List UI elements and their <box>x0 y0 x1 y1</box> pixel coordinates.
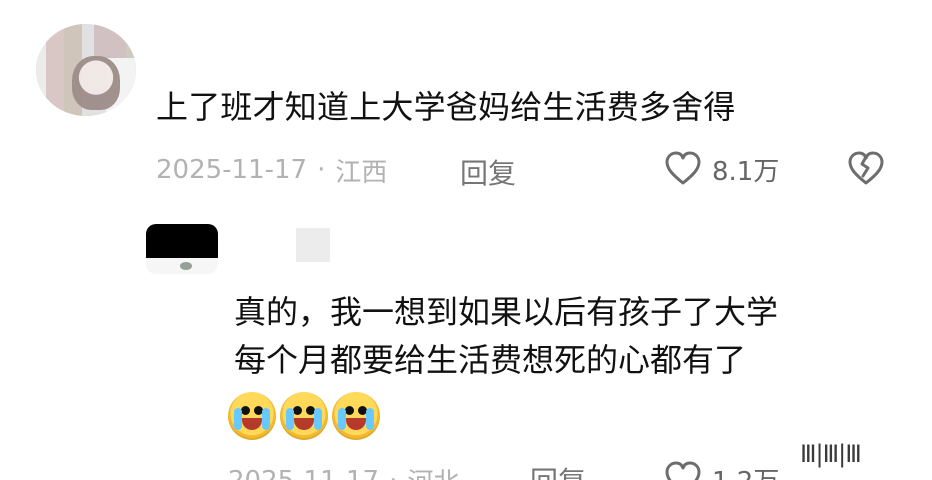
reply-like-button[interactable]: 1.2万 <box>662 458 779 480</box>
reply-avatar-mosaic <box>296 228 330 262</box>
like-button[interactable]: 8.1万 <box>662 148 779 190</box>
crying-face-emoji <box>280 392 328 440</box>
comment-meta: 2025-11-17 · 江西 <box>156 150 387 190</box>
reply-avatar[interactable] <box>146 224 218 274</box>
like-count: 8.1万 <box>712 156 780 187</box>
emoji-eye-left <box>345 406 354 415</box>
reply-location: 河北 <box>407 462 459 480</box>
avatar-mosaic-block-2 <box>126 24 136 58</box>
crying-face-emoji <box>332 392 380 440</box>
heart-icon <box>662 458 704 480</box>
reply-button[interactable]: 回复 <box>460 152 516 192</box>
reply-reply-button[interactable]: 回复 <box>530 460 586 480</box>
meta-separator: · <box>317 155 326 185</box>
comment-date: 2025-11-17 <box>156 155 308 185</box>
crying-face-emoji <box>228 392 276 440</box>
reply-like-count: 1.2万 <box>712 461 779 480</box>
emoji-tear-left <box>286 408 294 430</box>
emoji-tear-right <box>262 408 270 430</box>
heart-icon <box>662 148 704 190</box>
watermark-text: Ⅲ|Ⅲ|Ⅲ <box>800 440 862 468</box>
emoji-tear-right <box>366 408 374 430</box>
emoji-tear-right <box>314 408 322 430</box>
reply-meta-separator: · <box>389 466 397 480</box>
avatar-mosaic-block-1 <box>94 24 128 58</box>
emoji-eye-left <box>241 406 250 415</box>
emoji-eye-left <box>293 406 302 415</box>
emoji-tear-left <box>338 408 346 430</box>
reply-meta: 2025-11-17 · 河北 <box>228 462 459 480</box>
reply-text-line-2: 每个月都要给生活费想死的心都有了 <box>234 341 747 379</box>
avatar-face <box>72 56 120 110</box>
reply-text-line-1: 真的，我一想到如果以后有孩子了大学 <box>234 293 779 331</box>
avatar[interactable] <box>36 24 136 116</box>
emoji-mouth <box>294 418 314 430</box>
comment-text: 上了班才知道上大学爸妈给生活费多舍得 <box>156 88 736 126</box>
comment-screen: 上了班才知道上大学爸妈给生活费多舍得 2025-11-17 · 江西 回复 8.… <box>0 0 932 480</box>
dislike-button[interactable] <box>845 148 887 190</box>
reply-date: 2025-11-17 <box>228 466 379 480</box>
emoji-tear-left <box>234 408 242 430</box>
emoji-row <box>228 392 380 440</box>
reply-avatar-detail <box>180 262 192 270</box>
broken-heart-icon <box>845 148 887 190</box>
emoji-mouth <box>242 418 262 430</box>
comment-location: 江西 <box>335 157 388 188</box>
reply-text: 真的，我一想到如果以后有孩子了大学 每个月都要给生活费想死的心都有了 <box>234 288 914 384</box>
emoji-mouth <box>346 418 366 430</box>
